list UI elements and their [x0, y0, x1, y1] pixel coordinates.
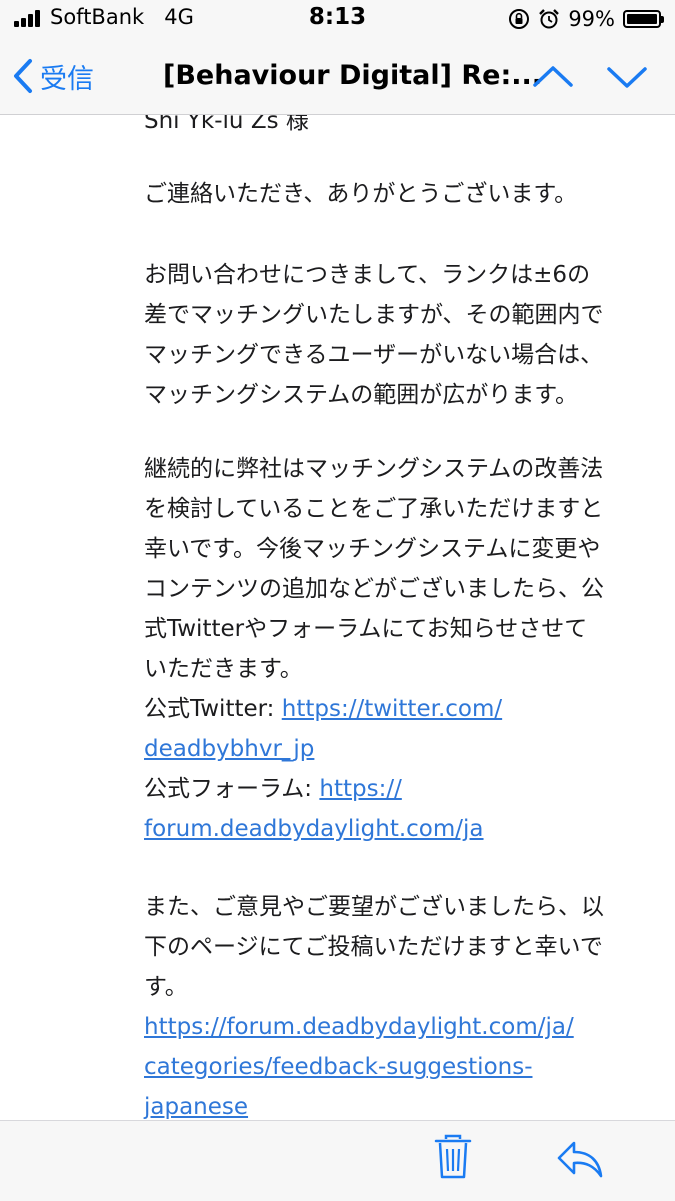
- twitter-line: 公式Twitter: https://twitter.com/: [144, 689, 654, 729]
- greeting-text: ご連絡いただき、ありがとうございます。: [144, 181, 578, 207]
- text-line: マッチングできるユーザーがいない場合は、: [144, 342, 604, 368]
- feedback-link-line: japanese: [144, 1087, 654, 1120]
- feedback-link-continued[interactable]: categories/feedback-suggestions-: [144, 1054, 533, 1080]
- text-line: 式Twitterやフォーラムにてお知らせさせて: [144, 616, 588, 642]
- bottom-toolbar: [0, 1120, 675, 1201]
- forum-label: 公式フォーラム:: [144, 776, 320, 802]
- alarm-icon: [539, 9, 560, 29]
- forum-line: 公式フォーラム: https://: [144, 769, 654, 809]
- battery-icon: [623, 10, 664, 28]
- status-bar: SoftBank 4G 8:13 99%: [0, 0, 675, 40]
- feedback-link-line: https://forum.deadbydaylight.com/ja/: [144, 1007, 654, 1047]
- forum-link-continued[interactable]: forum.deadbydaylight.com/ja: [144, 816, 484, 842]
- text-line: いただきます。: [144, 656, 303, 682]
- twitter-line-2: deadbybhvr_jp: [144, 729, 654, 769]
- text-line: 下のページにてご投稿いただけますと幸いで: [144, 934, 603, 960]
- text-line: を検討していることをご了承いただけますと: [144, 496, 604, 522]
- twitter-link[interactable]: https://twitter.com/: [282, 696, 502, 722]
- text-line: 幸いです。今後マッチングシステムに変更や: [144, 536, 601, 562]
- text-line: また、ご意見やご要望がございましたら、以: [144, 894, 604, 920]
- email-subject-title: [Behaviour Digital] Re:...: [163, 60, 543, 91]
- back-button[interactable]: 受信: [12, 54, 94, 98]
- reply-icon[interactable]: [556, 1139, 604, 1179]
- text-line: 継続的に弊社はマッチングシステムの改善法: [144, 456, 604, 482]
- text-line: お問い合わせにつきまして、ランクは±6の: [144, 262, 591, 288]
- greeting: ご連絡いただき、ありがとうございます。: [144, 174, 654, 214]
- text-line: マッチングシステムの範囲が広がります。: [144, 382, 579, 408]
- paragraph-improvement: 継続的に弊社はマッチングシステムの改善法 を検討していることをご了承いただけます…: [144, 449, 654, 849]
- navigation-bar: 受信 [Behaviour Digital] Re:...: [0, 40, 675, 115]
- battery-percent: 99%: [568, 7, 615, 31]
- chevron-left-icon: [14, 59, 32, 93]
- twitter-label: 公式Twitter:: [144, 696, 282, 722]
- paragraph-matching: お問い合わせにつきまして、ランクは±6の 差でマッチングいたしますが、その範囲内…: [144, 255, 654, 415]
- feedback-link-line: categories/feedback-suggestions-: [144, 1047, 654, 1087]
- twitter-link-continued[interactable]: deadbybhvr_jp: [144, 736, 314, 762]
- forum-link[interactable]: https://: [319, 776, 401, 802]
- paragraph-feedback: また、ご意見やご要望がございましたら、以 下のページにてご投稿いただけますと幸い…: [144, 887, 654, 1120]
- recipient-name-line: Shi Yk-lu Zs 様: [144, 115, 309, 134]
- text-line: 差でマッチングいたしますが、その範囲内で: [144, 302, 604, 328]
- text-line: す。: [144, 974, 188, 1000]
- feedback-link-continued[interactable]: japanese: [144, 1094, 248, 1120]
- next-message-button[interactable]: [606, 60, 648, 94]
- previous-message-button[interactable]: [532, 60, 574, 94]
- status-icons: 99%: [508, 4, 664, 34]
- trash-icon[interactable]: [433, 1133, 473, 1181]
- text-line: コンテンツの追加などがございましたら、公: [144, 576, 604, 602]
- forum-line-2: forum.deadbydaylight.com/ja: [144, 809, 654, 849]
- feedback-link[interactable]: https://forum.deadbydaylight.com/ja/: [144, 1014, 574, 1040]
- back-label: 受信: [40, 63, 94, 95]
- orientation-lock-icon: [509, 9, 530, 29]
- email-body: Shi Yk-lu Zs 様 ご連絡いただき、ありがとうございます。 お問い合わ…: [0, 115, 675, 1120]
